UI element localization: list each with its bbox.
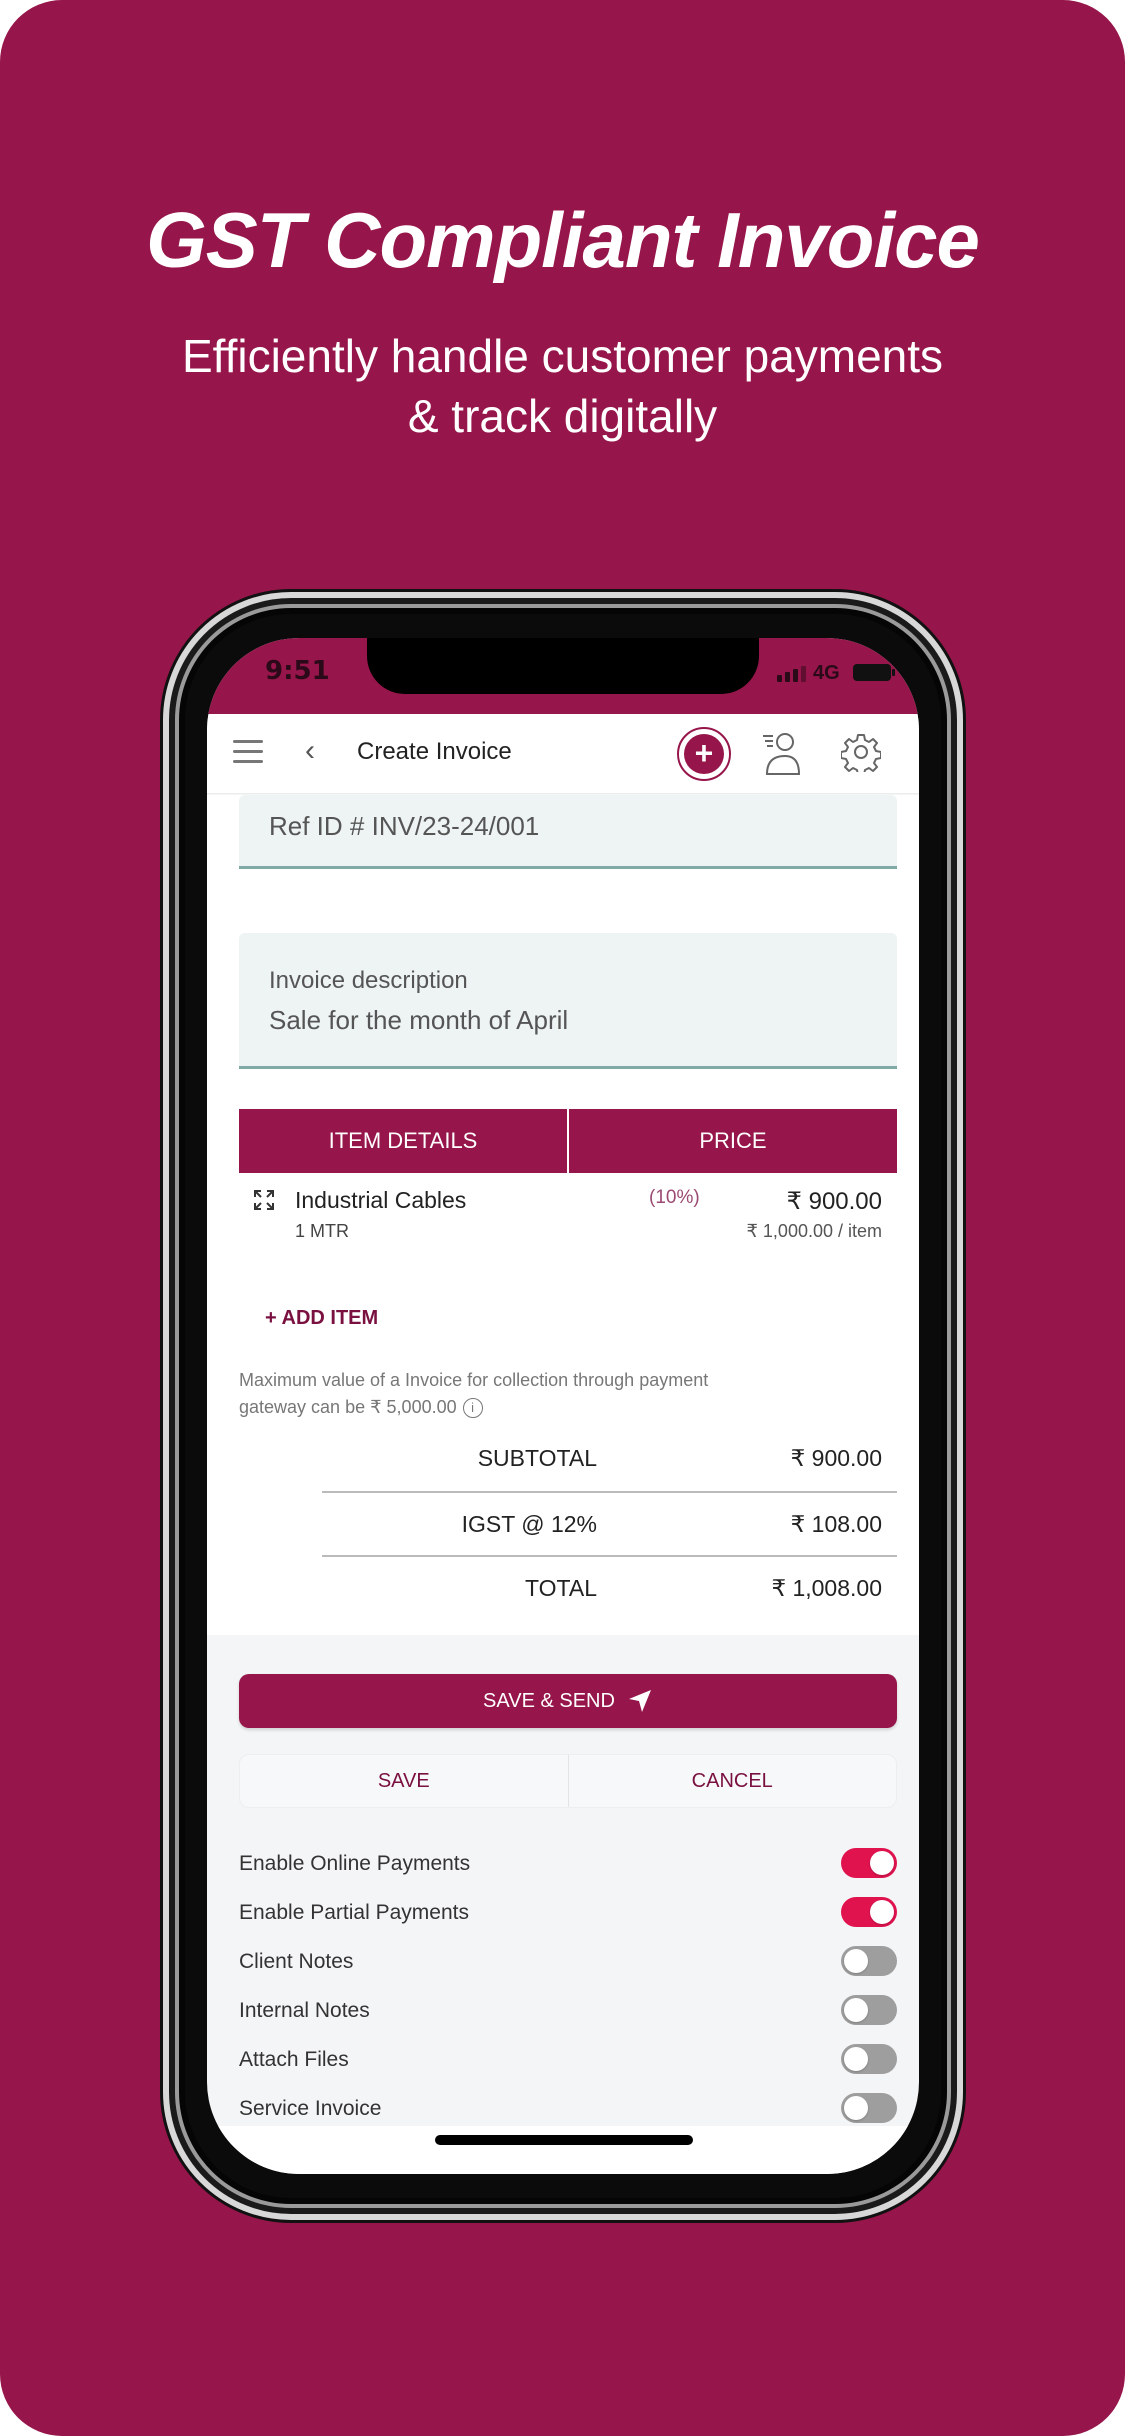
gear-icon[interactable]: [841, 732, 881, 772]
tax-amount: ₹ 108.00: [790, 1511, 882, 1537]
toggle-row: Internal Notes: [239, 1995, 897, 2044]
item-unit-price: ₹ 1,000.00 / item: [746, 1221, 882, 1241]
toggle-knob: [870, 1851, 894, 1875]
total-label: TOTAL: [525, 1575, 597, 1601]
total-row: TOTAL ₹ 1,008.00: [322, 1555, 897, 1619]
item-name: Industrial Cables: [295, 1187, 467, 1213]
page-title: Create Invoice: [357, 738, 512, 765]
item-discount: (10%): [649, 1187, 700, 1208]
network-type: 4G: [813, 662, 840, 684]
menu-icon[interactable]: [233, 740, 263, 764]
toggle-switch[interactable]: [841, 2044, 897, 2074]
promo-headline: GST Compliant Invoice: [146, 196, 980, 284]
toggle-label: Client Notes: [239, 1950, 354, 1973]
add-item-button[interactable]: + ADD ITEM: [265, 1307, 378, 1330]
tax-row: IGST @ 12% ₹ 108.00: [322, 1491, 897, 1555]
toggle-label: Service Invoice: [239, 2097, 382, 2120]
gateway-note: Maximum value of a Invoice for collectio…: [239, 1367, 739, 1421]
ref-id-value: Ref ID # INV/23-24/001: [269, 811, 540, 841]
promo-canvas: GST Compliant Invoice Efficiently handle…: [0, 0, 1125, 2436]
table-row[interactable]: Industrial Cables 1 MTR (10%) ₹ 900.00 ₹…: [239, 1179, 897, 1259]
subtotal-row: SUBTOTAL ₹ 900.00: [322, 1427, 897, 1491]
header-item-details: ITEM DETAILS: [239, 1109, 569, 1173]
app-bar: ‹ Create Invoice +: [207, 714, 919, 794]
expand-icon[interactable]: [253, 1189, 275, 1211]
toggle-switch[interactable]: [841, 1897, 897, 1927]
description-value: Sale for the month of April: [269, 1005, 569, 1035]
toggle-switch[interactable]: [841, 2093, 897, 2123]
profile-icon[interactable]: [759, 730, 803, 778]
toggle-row: Attach Files: [239, 2044, 897, 2093]
save-cancel-group: SAVE CANCEL: [239, 1754, 897, 1808]
description-field[interactable]: Invoice description Sale for the month o…: [239, 933, 897, 1069]
promo-subline-line-1: Efficiently handle customer payments: [181, 330, 944, 382]
toggle-switch[interactable]: [841, 1995, 897, 2025]
toggle-label: Enable Partial Payments: [239, 1901, 469, 1924]
subtotal-amount: ₹ 900.00: [790, 1445, 882, 1471]
invoice-form: Ref ID # INV/23-24/001 Invoice descripti…: [207, 795, 919, 1635]
toggle-knob: [870, 1900, 894, 1924]
items-table-header: ITEM DETAILS PRICE: [239, 1109, 897, 1173]
tax-label: IGST @ 12%: [461, 1511, 597, 1537]
toggle-label: Enable Online Payments: [239, 1852, 471, 1875]
subtotal-label: SUBTOTAL: [477, 1445, 597, 1471]
plus-icon: +: [684, 734, 724, 774]
toggle-row: Enable Online Payments: [239, 1848, 897, 1897]
save-button[interactable]: SAVE: [240, 1755, 569, 1807]
toggle-knob: [844, 2096, 868, 2120]
save-and-send-button[interactable]: SAVE & SEND: [239, 1674, 897, 1728]
notch: [367, 638, 759, 694]
promo-subline: Efficiently handle customer payments & t…: [0, 326, 1125, 446]
ref-id-field[interactable]: Ref ID # INV/23-24/001: [239, 795, 897, 869]
toggle-knob: [844, 2047, 868, 2071]
promo-subline-line-2: & track digitally: [407, 390, 718, 442]
totals-section: SUBTOTAL ₹ 900.00 IGST @ 12% ₹ 108.00 TO…: [322, 1427, 897, 1619]
signal-icon: [777, 666, 806, 682]
status-time: 9:51: [265, 656, 330, 686]
toggle-row: Enable Partial Payments: [239, 1897, 897, 1946]
home-indicator[interactable]: [435, 2135, 693, 2145]
item-quantity: 1 MTR: [295, 1221, 349, 1241]
status-bar: 9:51 4G: [207, 638, 919, 714]
toggle-label: Internal Notes: [239, 1999, 370, 2022]
info-icon[interactable]: i: [462, 1398, 483, 1419]
total-amount: ₹ 1,008.00: [771, 1575, 882, 1601]
toggle-knob: [844, 1998, 868, 2022]
add-button[interactable]: +: [677, 727, 731, 781]
toggle-switch[interactable]: [841, 1848, 897, 1878]
toggle-knob: [844, 1949, 868, 1973]
battery-icon: [853, 664, 895, 681]
toggle-row: Client Notes: [239, 1946, 897, 1995]
send-icon: [628, 1690, 651, 1712]
item-amount: ₹ 900.00: [786, 1188, 882, 1215]
phone-screen: 9:51 4G ‹ Create Invoice + Ref ID # INV/…: [207, 638, 919, 2174]
cancel-button[interactable]: CANCEL: [569, 1755, 897, 1807]
toggle-switch[interactable]: [841, 1946, 897, 1976]
header-price: PRICE: [699, 1128, 767, 1153]
home-bar-area: [207, 2126, 919, 2174]
save-and-send-label: SAVE & SEND: [483, 1689, 615, 1712]
description-label: Invoice description: [269, 967, 468, 994]
back-icon[interactable]: ‹: [305, 734, 315, 768]
toggle-label: Attach Files: [239, 2048, 349, 2071]
options-toggles: Enable Online Payments Enable Partial Pay…: [239, 1848, 897, 2142]
